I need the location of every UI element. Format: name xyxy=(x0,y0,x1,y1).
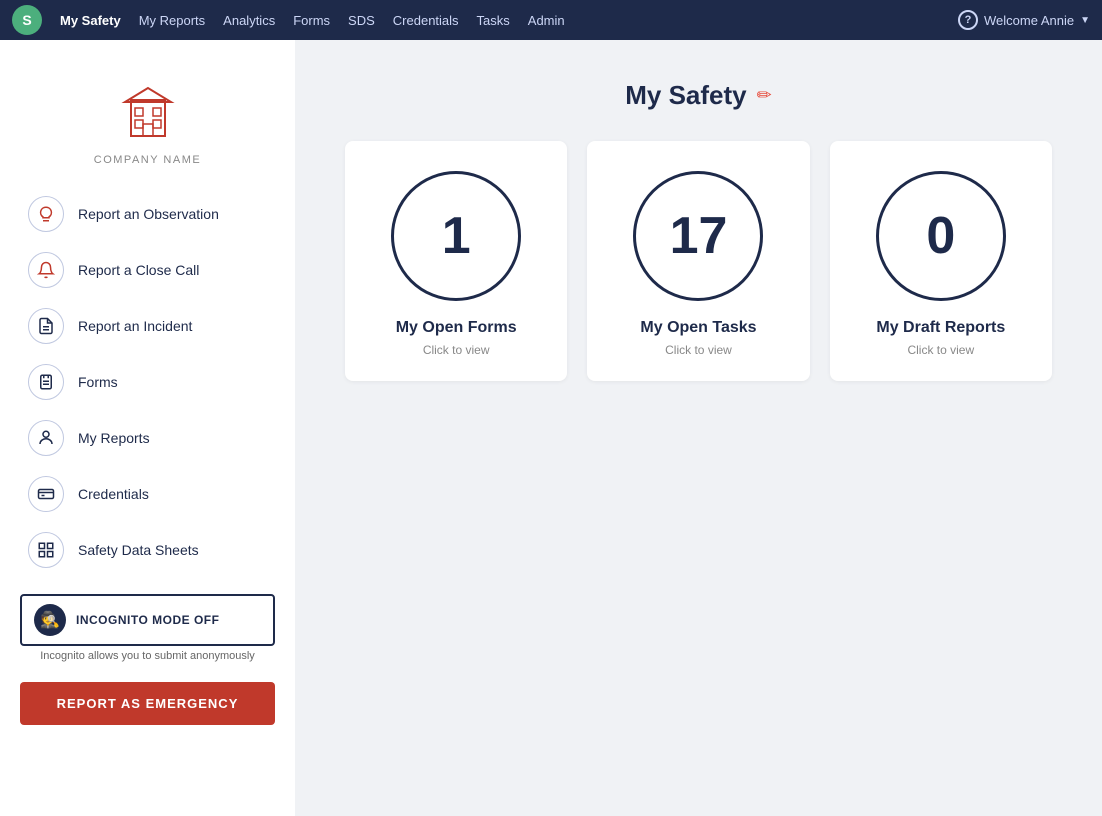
incognito-description: Incognito allows you to submit anonymous… xyxy=(20,646,275,662)
company-name: COMPANY NAME xyxy=(94,154,201,166)
my-reports-link[interactable]: My Reports xyxy=(139,13,205,28)
incognito-section: 🕵 INCOGNITO MODE OFF Incognito allows yo… xyxy=(0,578,295,670)
grid-icon xyxy=(28,532,64,568)
incognito-icon: 🕵 xyxy=(34,604,66,636)
page-title: My Safety xyxy=(625,80,746,111)
open-forms-label: My Open Forms xyxy=(396,319,517,337)
report-incident-label: Report an Incident xyxy=(78,318,192,334)
edit-icon[interactable]: ✏ xyxy=(757,85,772,106)
admin-link[interactable]: Admin xyxy=(528,13,565,28)
app-logo: S xyxy=(12,5,42,35)
top-navigation: S My Safety My Reports Analytics Forms S… xyxy=(0,0,1102,40)
analytics-link[interactable]: Analytics xyxy=(223,13,275,28)
card-icon xyxy=(28,476,64,512)
sidebar-nav: Report an Observation Report a Close Cal… xyxy=(0,186,295,578)
report-observation-item[interactable]: Report an Observation xyxy=(20,186,275,242)
forms-item[interactable]: Forms xyxy=(20,354,275,410)
credentials-link[interactable]: Credentials xyxy=(393,13,459,28)
report-incident-item[interactable]: Report an Incident xyxy=(20,298,275,354)
sds-link[interactable]: SDS xyxy=(348,13,375,28)
user-greeting: Welcome Annie xyxy=(984,13,1074,28)
incognito-label: INCOGNITO MODE OFF xyxy=(76,613,219,627)
my-reports-item[interactable]: My Reports xyxy=(20,410,275,466)
my-safety-link[interactable]: My Safety xyxy=(60,13,121,28)
safety-data-sheets-item[interactable]: Safety Data Sheets xyxy=(20,522,275,578)
emergency-button[interactable]: REPORT AS EMERGENCY xyxy=(20,682,275,725)
cards-row: 1 My Open Forms Click to view 17 My Open… xyxy=(345,141,1052,381)
open-forms-number: 1 xyxy=(442,206,471,266)
draft-reports-card[interactable]: 0 My Draft Reports Click to view xyxy=(830,141,1052,381)
main-content: My Safety ✏ 1 My Open Forms Click to vie… xyxy=(295,40,1102,816)
company-building-icon xyxy=(113,80,183,150)
report-close-call-label: Report a Close Call xyxy=(78,262,199,278)
tasks-link[interactable]: Tasks xyxy=(477,13,510,28)
document-icon xyxy=(28,308,64,344)
open-tasks-circle: 17 xyxy=(633,171,763,301)
clipboard-icon xyxy=(28,364,64,400)
bell-icon xyxy=(28,252,64,288)
help-icon[interactable]: ? xyxy=(958,10,978,30)
open-forms-card[interactable]: 1 My Open Forms Click to view xyxy=(345,141,567,381)
chevron-down-icon[interactable]: ▼ xyxy=(1080,15,1090,26)
report-close-call-item[interactable]: Report a Close Call xyxy=(20,242,275,298)
main-layout: COMPANY NAME Report an Observation xyxy=(0,40,1102,816)
user-area: ? Welcome Annie ▼ xyxy=(958,10,1090,30)
sidebar: COMPANY NAME Report an Observation xyxy=(0,40,295,816)
draft-reports-number: 0 xyxy=(926,206,955,266)
credentials-label: Credentials xyxy=(78,486,149,502)
draft-reports-sublabel: Click to view xyxy=(907,343,974,357)
person-icon xyxy=(28,420,64,456)
page-title-row: My Safety ✏ xyxy=(345,80,1052,111)
safety-data-sheets-label: Safety Data Sheets xyxy=(78,542,199,558)
forms-label: Forms xyxy=(78,374,118,390)
draft-reports-label: My Draft Reports xyxy=(876,319,1005,337)
company-logo-area: COMPANY NAME xyxy=(0,60,295,186)
report-observation-label: Report an Observation xyxy=(78,206,219,222)
credentials-item[interactable]: Credentials xyxy=(20,466,275,522)
draft-reports-circle: 0 xyxy=(876,171,1006,301)
lightbulb-icon xyxy=(28,196,64,232)
open-tasks-sublabel: Click to view xyxy=(665,343,732,357)
forms-link[interactable]: Forms xyxy=(293,13,330,28)
my-reports-label: My Reports xyxy=(78,430,150,446)
open-tasks-label: My Open Tasks xyxy=(640,319,756,337)
open-tasks-number: 17 xyxy=(670,206,728,266)
incognito-button[interactable]: 🕵 INCOGNITO MODE OFF xyxy=(20,594,275,646)
open-forms-circle: 1 xyxy=(391,171,521,301)
open-tasks-card[interactable]: 17 My Open Tasks Click to view xyxy=(587,141,809,381)
open-forms-sublabel: Click to view xyxy=(423,343,490,357)
